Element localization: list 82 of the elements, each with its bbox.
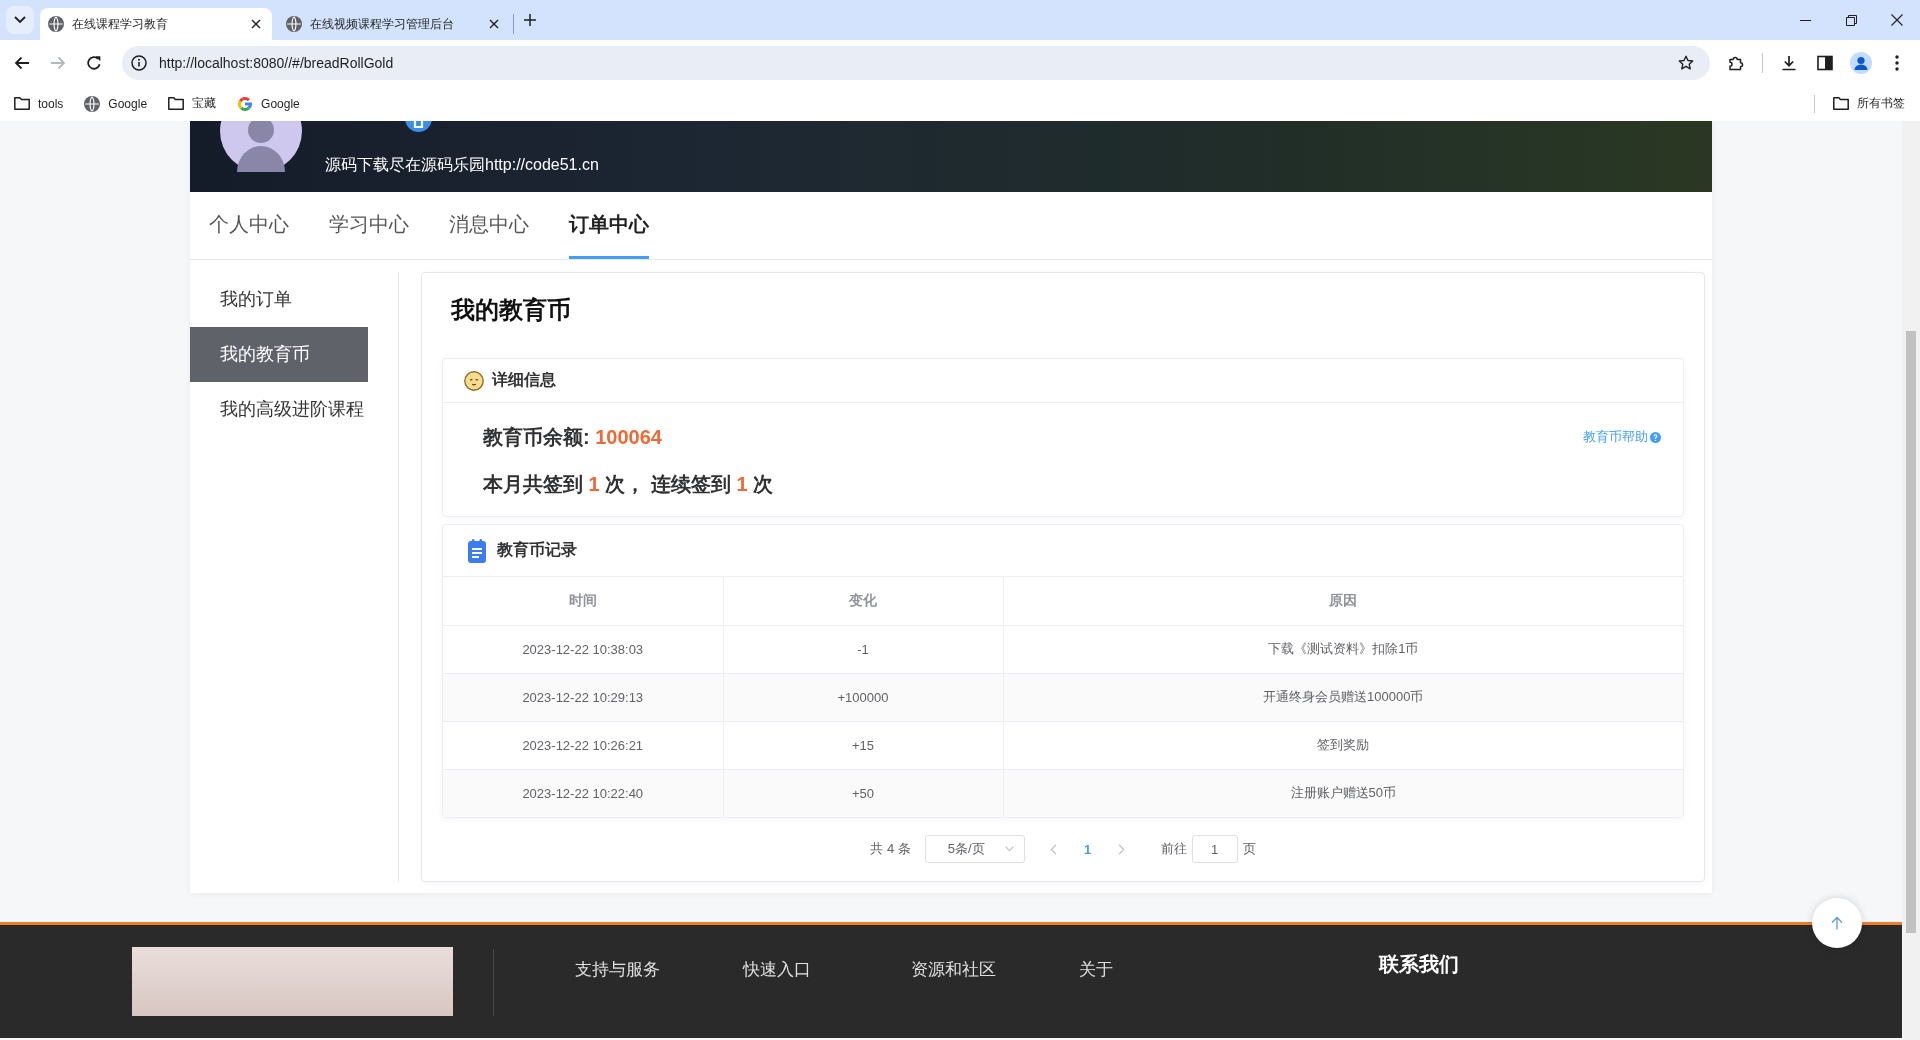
- puzzle-icon: [1728, 55, 1744, 71]
- bookmark-item[interactable]: Google: [235, 91, 307, 116]
- footer-heading: 支持与服务: [575, 959, 661, 981]
- card-title: 教育币记录: [497, 540, 577, 560]
- table-cell: +50: [723, 769, 1003, 817]
- arrow-up-icon: [1831, 916, 1843, 930]
- g-logo-icon: [237, 95, 254, 112]
- browser-tab[interactable]: 在线视频课程学习管理后台: [278, 8, 510, 40]
- close-icon: [489, 19, 499, 29]
- more-icon: [1895, 55, 1899, 71]
- table-cell: -1: [723, 625, 1003, 673]
- page-unit: 页: [1242, 840, 1256, 858]
- chevron-right-icon: [1118, 843, 1126, 855]
- nav-tab[interactable]: 个人中心: [209, 192, 289, 259]
- contact-heading: 联系我们: [1379, 952, 1459, 976]
- balance-text: 教育币余额: 100064: [483, 425, 662, 450]
- globe-icon: [84, 95, 101, 112]
- tab-list-button[interactable]: [6, 6, 34, 34]
- globe-icon: [48, 16, 64, 32]
- scrollbar-thumb[interactable]: [1906, 331, 1916, 933]
- footer-heading: 关于: [1079, 959, 1114, 981]
- side-panel-icon: [1817, 55, 1833, 71]
- help-icon: [1650, 431, 1661, 443]
- address-bar[interactable]: http://localhost:8080//#/breadRollGold: [122, 46, 1710, 80]
- info-icon[interactable]: [131, 55, 147, 71]
- globe-icon: [286, 16, 302, 32]
- close-icon: [1891, 14, 1903, 26]
- column-header: 变化: [723, 577, 1003, 625]
- download-icon: [1781, 55, 1797, 71]
- folder-icon: [1833, 97, 1849, 110]
- goto-label: 前往: [1160, 840, 1187, 858]
- all-bookmarks-button[interactable]: 所有书签: [1831, 91, 1912, 116]
- reload-icon: [86, 55, 102, 71]
- footer-heading: 快速入口: [743, 959, 812, 981]
- arrow-left-icon: [14, 56, 30, 70]
- plus-icon: [524, 14, 536, 26]
- table-cell: 开通终身会员赠送100000币: [1003, 673, 1683, 721]
- table-cell: +100000: [723, 673, 1003, 721]
- sidebar-item[interactable]: 我的教育币: [190, 327, 368, 382]
- page-size-select[interactable]: 5条/页: [924, 835, 1025, 863]
- folder-icon: [168, 97, 185, 110]
- sidebar-item[interactable]: 我的高级进阶课程: [190, 382, 368, 437]
- nav-tab[interactable]: 学习中心: [329, 192, 409, 259]
- minimize-icon: [1799, 19, 1811, 21]
- url-text: http://localhost:8080//#/breadRollGold: [159, 55, 394, 71]
- table-cell: 注册账户赠送50币: [1003, 769, 1683, 817]
- column-header: 原因: [1003, 577, 1683, 625]
- page-input[interactable]: 1: [1191, 835, 1238, 863]
- face-icon: [464, 370, 484, 391]
- table-cell: 2023-12-22 10:29:13: [443, 673, 723, 721]
- browser-tab[interactable]: 在线课程学习教育: [40, 8, 272, 40]
- total-count: 共 4 条: [870, 840, 911, 858]
- card-title: 详细信息: [492, 370, 556, 390]
- column-header: 时间: [443, 577, 723, 625]
- signature-text: 源码下载尽在源码乐园http://code51.cn: [325, 155, 599, 175]
- bookmark-item[interactable]: tools: [12, 92, 71, 115]
- arrow-right-icon: [50, 56, 66, 70]
- avatar-icon: [220, 121, 302, 172]
- table-cell: +15: [723, 721, 1003, 769]
- chevron-left-icon: [1050, 843, 1058, 855]
- bookmark-item[interactable]: Google: [82, 91, 155, 116]
- footer-heading: 资源和社区: [911, 959, 997, 981]
- caret-down-icon: [1004, 846, 1014, 852]
- star-icon: [1678, 55, 1694, 71]
- page-title: 我的教育币: [450, 295, 572, 325]
- sidebar-item[interactable]: 我的订单: [190, 272, 368, 327]
- profile-icon: [1850, 52, 1872, 74]
- table-cell: 下载《测试资料》扣除1币: [1003, 625, 1683, 673]
- close-icon: [251, 19, 261, 29]
- table-cell: 2023-12-22 10:22:40: [443, 769, 723, 817]
- bookmark-item[interactable]: 宝藏: [166, 91, 224, 116]
- nav-tab[interactable]: 消息中心: [449, 192, 529, 259]
- sign-in-text: 本月共签到 1 次， 连续签到 1 次: [483, 472, 774, 497]
- folder-icon: [14, 97, 30, 110]
- restore-icon: [1845, 14, 1857, 26]
- table-cell: 2023-12-22 10:38:03: [443, 625, 723, 673]
- table-cell: 2023-12-22 10:26:21: [443, 721, 723, 769]
- nav-tab[interactable]: 订单中心: [569, 192, 649, 259]
- document-icon: [468, 538, 486, 563]
- badge-icon: [405, 121, 432, 132]
- caret-down-icon: [14, 16, 26, 24]
- table-cell: 签到奖励: [1003, 721, 1683, 769]
